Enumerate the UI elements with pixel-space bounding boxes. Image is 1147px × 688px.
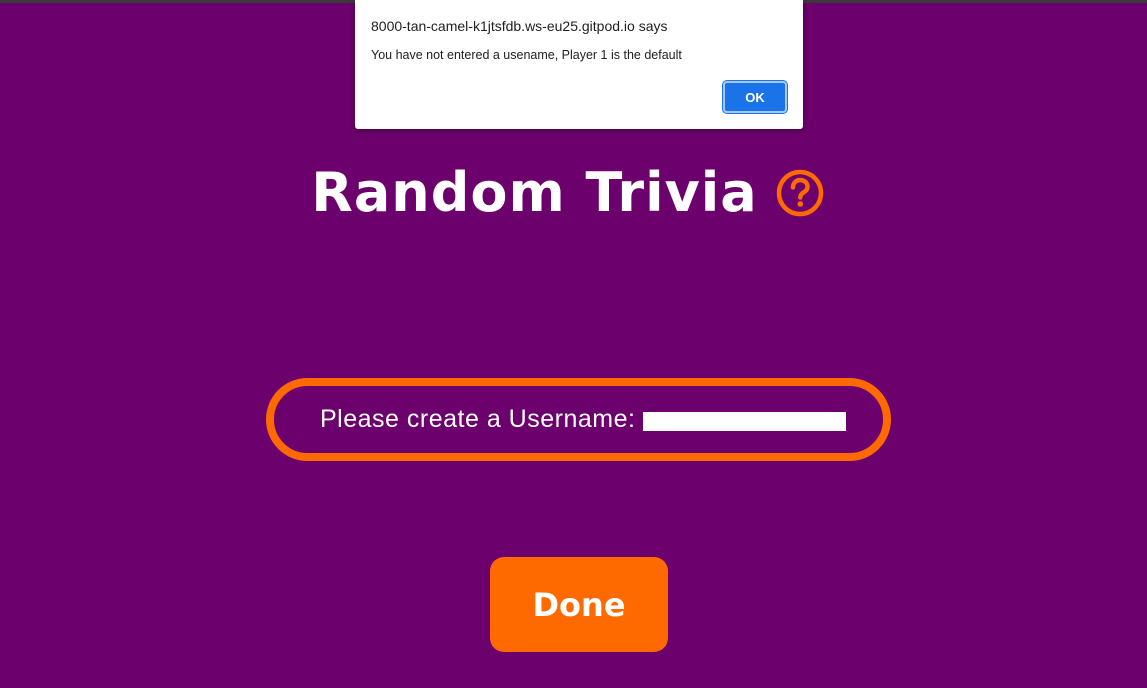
username-input[interactable] xyxy=(643,412,847,431)
username-label: Please create a Username: xyxy=(320,405,636,433)
alert-dialog: 8000-tan-camel-k1jtsfdb.ws-eu25.gitpod.i… xyxy=(355,0,803,129)
question-circle-icon[interactable] xyxy=(776,169,824,217)
page-header: Random Trivia xyxy=(0,158,1147,228)
dialog-message: You have not entered a usename, Player 1… xyxy=(371,48,682,62)
username-form: Please create a Username: xyxy=(266,378,891,461)
dialog-ok-button[interactable]: OK xyxy=(722,80,788,114)
page-title: Random Trivia xyxy=(311,161,758,224)
dialog-title: 8000-tan-camel-k1jtsfdb.ws-eu25.gitpod.i… xyxy=(371,18,668,34)
done-button[interactable]: Done xyxy=(490,557,668,652)
